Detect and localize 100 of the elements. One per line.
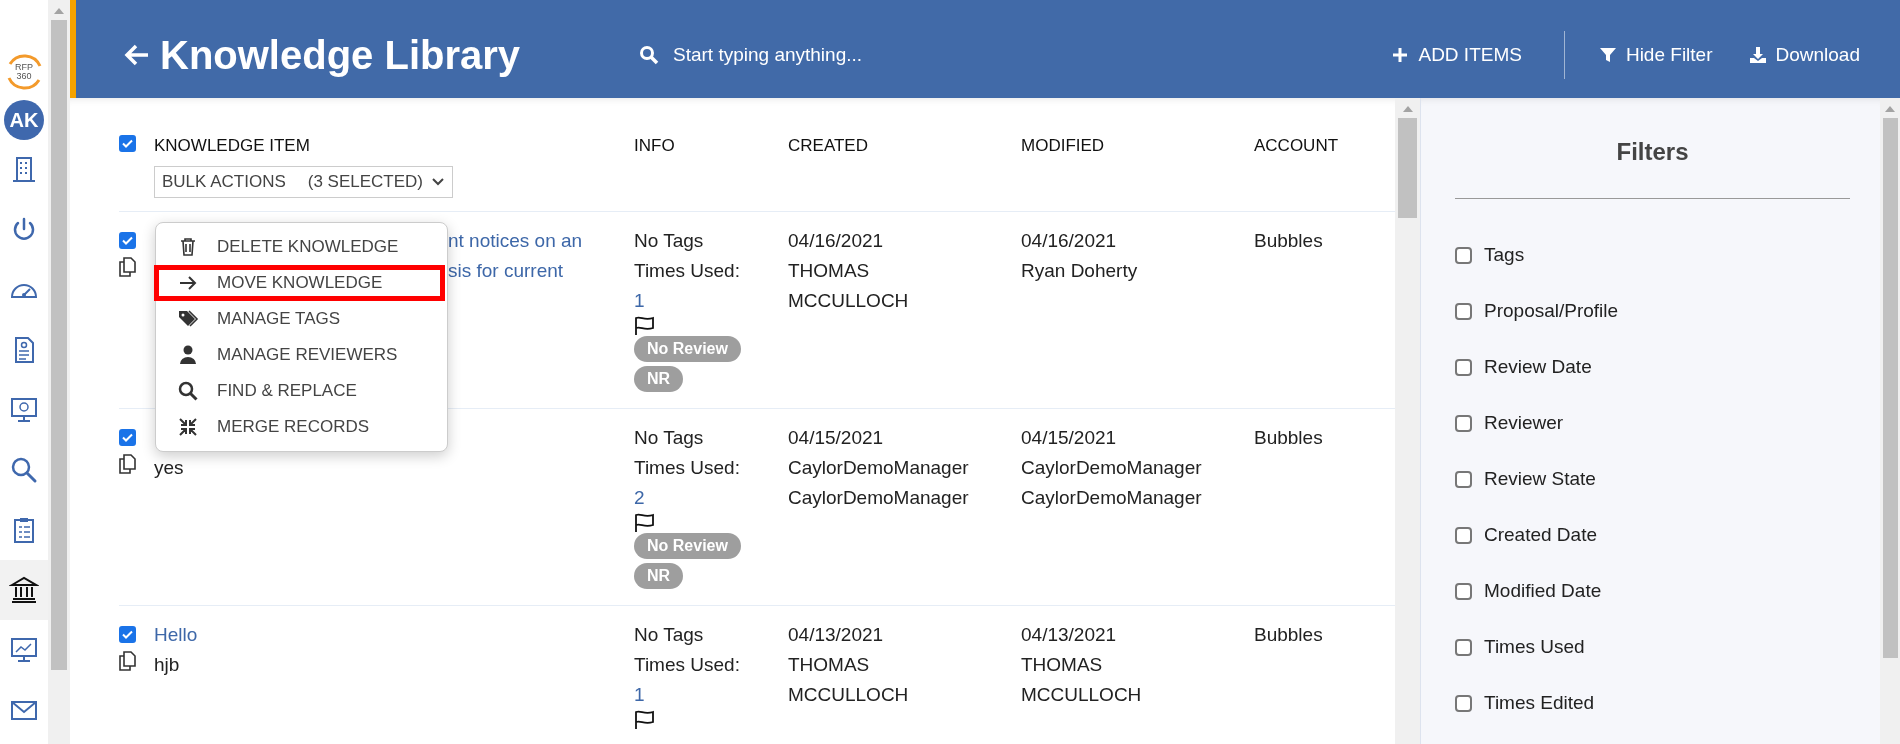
- column-header: ACCOUNT: [1254, 135, 1340, 157]
- filter-label[interactable]: Tags: [1484, 244, 1525, 266]
- filter-checkbox[interactable]: [1455, 414, 1472, 432]
- filter-checkbox[interactable]: [1455, 638, 1472, 656]
- modified-text: THOMAS: [1021, 654, 1103, 675]
- bulk-actions-dropdown[interactable]: BULK ACTIONS (3 SELECTED): [154, 166, 453, 198]
- tags-text: No Tags: [634, 624, 704, 645]
- check-icon: [122, 630, 133, 639]
- column-header: CREATED: [788, 135, 869, 157]
- filter-checkbox[interactable]: [1455, 526, 1472, 544]
- logo-text: RFP: [15, 63, 33, 72]
- menu-item[interactable]: FIND & REPLACE: [154, 373, 445, 409]
- copy-icon[interactable]: [119, 454, 136, 474]
- tags-text: No Tags: [634, 427, 704, 448]
- filter-checkbox[interactable]: [1455, 246, 1472, 264]
- filter-label[interactable]: Created Date: [1484, 524, 1597, 546]
- chart-monitor-icon: [9, 635, 39, 665]
- created-text: THOMAS: [788, 654, 870, 675]
- scrollbar[interactable]: [1395, 98, 1420, 744]
- row-checkbox[interactable]: [119, 429, 136, 446]
- modified-text: MCCULLOCH: [1021, 684, 1142, 705]
- menu-item[interactable]: MOVE KNOWLEDGE: [154, 265, 445, 301]
- user-avatar[interactable]: AK: [4, 100, 44, 140]
- filter-icon: [1598, 46, 1617, 64]
- scrollbar[interactable]: [48, 0, 70, 744]
- flag-icon[interactable]: [634, 710, 655, 730]
- filter-label[interactable]: Proposal/Profile: [1484, 300, 1619, 322]
- times-used-label: Times Used:: [634, 457, 740, 478]
- filter-label[interactable]: Times Edited: [1484, 692, 1595, 714]
- copy-icon[interactable]: [119, 651, 136, 671]
- add-items-button[interactable]: ADD ITEMS: [1387, 38, 1526, 72]
- created-text: 04/15/2021: [788, 427, 884, 448]
- scrollbar[interactable]: [1880, 98, 1900, 744]
- modified-text: 04/15/2021: [1021, 427, 1117, 448]
- tags-text: No Tags: [634, 230, 704, 251]
- search-icon: [9, 455, 39, 485]
- check-icon: [122, 433, 133, 442]
- filter-label[interactable]: Review Date: [1484, 356, 1592, 378]
- filter-checkbox[interactable]: [1455, 470, 1472, 488]
- filter-checkbox[interactable]: [1455, 582, 1472, 600]
- filter-label[interactable]: Times Used: [1484, 636, 1585, 658]
- filter-checkbox[interactable]: [1455, 358, 1472, 376]
- menu-item[interactable]: MANAGE TAGS: [154, 301, 445, 337]
- item-text: yes: [154, 457, 184, 478]
- filter-label[interactable]: Modified Date: [1484, 580, 1602, 602]
- bank-icon: [9, 575, 39, 605]
- filter-label[interactable]: Review State: [1484, 468, 1596, 490]
- check-icon: [122, 236, 133, 245]
- times-used-count[interactable]: 1: [634, 684, 645, 705]
- menu-item[interactable]: DELETE KNOWLEDGE: [154, 229, 445, 265]
- created-text: 04/13/2021: [788, 624, 884, 645]
- item-title-link[interactable]: nt notices on an: [448, 230, 583, 251]
- copy-icon[interactable]: [119, 257, 136, 277]
- search-icon: [177, 380, 199, 402]
- filter-checkbox[interactable]: [1455, 302, 1472, 320]
- modified-text: CaylorDemoManager: [1021, 457, 1202, 478]
- row-checkbox[interactable]: [119, 626, 136, 643]
- modified-text: 04/13/2021: [1021, 624, 1117, 645]
- filter-checkbox[interactable]: [1455, 694, 1472, 712]
- check-icon: [122, 139, 133, 148]
- column-header: KNOWLEDGE ITEM: [154, 135, 311, 157]
- filter-label[interactable]: Reviewer: [1484, 412, 1564, 434]
- times-used-label: Times Used:: [634, 260, 740, 281]
- search-icon: [639, 45, 659, 65]
- filters-title: Filters: [1616, 138, 1689, 165]
- select-all-checkbox[interactable]: [119, 135, 136, 152]
- plus-icon: [1391, 46, 1410, 64]
- monitor-user-icon: [9, 395, 39, 425]
- menu-item[interactable]: MERGE RECORDS: [154, 409, 445, 445]
- times-used-count[interactable]: 1: [634, 290, 645, 311]
- column-header: INFO: [634, 135, 676, 157]
- times-used-count[interactable]: 2: [634, 487, 645, 508]
- created-text: MCCULLOCH: [788, 290, 909, 311]
- download-button[interactable]: Download: [1744, 38, 1864, 72]
- back-arrow-icon[interactable]: [124, 43, 150, 67]
- created-text: THOMAS: [788, 260, 870, 281]
- modified-text: CaylorDemoManager: [1021, 487, 1202, 508]
- created-text: 04/16/2021: [788, 230, 884, 251]
- review-badge: NR: [634, 563, 684, 589]
- account-text: Bubbles: [1254, 427, 1323, 448]
- menu-item[interactable]: MANAGE REVIEWERS: [154, 337, 445, 373]
- compress-icon: [177, 416, 199, 438]
- column-header: MODIFIED: [1021, 135, 1106, 157]
- review-badge: No Review: [634, 336, 741, 362]
- search-field[interactable]: Start typing anything...: [671, 43, 1035, 67]
- account-text: Bubbles: [1254, 624, 1323, 645]
- flag-icon[interactable]: [634, 316, 655, 336]
- hide-filter-button[interactable]: Hide Filter: [1594, 38, 1717, 72]
- created-text: CaylorDemoManager: [788, 457, 969, 478]
- account-text: Bubbles: [1254, 230, 1323, 251]
- item-title-link[interactable]: Hello: [154, 624, 198, 645]
- created-text: CaylorDemoManager: [788, 487, 969, 508]
- flag-icon[interactable]: [634, 513, 655, 533]
- review-badge: No Review: [634, 533, 741, 559]
- row-checkbox[interactable]: [119, 232, 136, 249]
- times-used-label: Times Used:: [634, 654, 740, 675]
- nav-item[interactable]: [0, 560, 48, 620]
- chevron-icon: [431, 177, 445, 187]
- created-text: MCCULLOCH: [788, 684, 909, 705]
- item-title-link[interactable]: sis for current: [448, 260, 564, 281]
